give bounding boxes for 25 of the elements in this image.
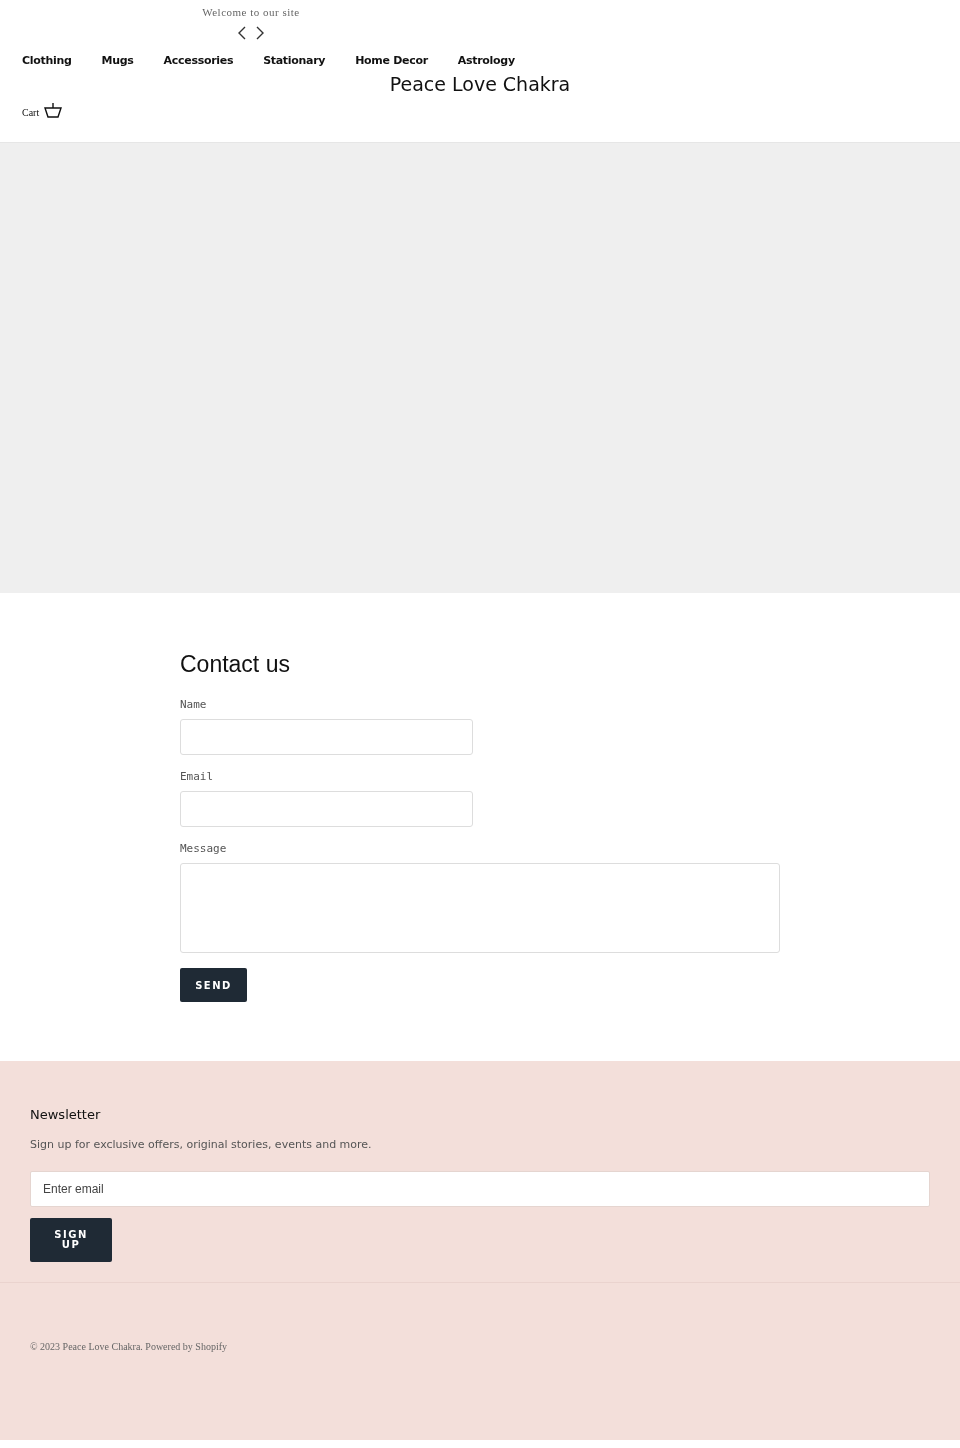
field-label: Name xyxy=(180,698,207,711)
newsletter-heading: Newsletter xyxy=(30,1107,101,1122)
newsletter-text: Sign up for exclusive offers, original stories, events and more. xyxy=(30,1138,372,1151)
contact-heading: Contact us xyxy=(180,651,290,678)
input-field[interactable] xyxy=(180,791,473,827)
message-field[interactable] xyxy=(180,863,780,953)
nav-link[interactable]: Accessories xyxy=(163,54,234,67)
field-label: Email xyxy=(180,770,214,783)
announcement-text: Welcome to our site xyxy=(202,6,300,18)
store-logo[interactable]: Peace Love Chakra xyxy=(389,73,571,95)
send-button[interactable]: SEND xyxy=(180,968,247,1002)
copyright-text: © 2023 Peace Love Chakra. Powered by Shopify xyxy=(30,1341,228,1352)
input-field[interactable] xyxy=(180,719,473,755)
basket-icon xyxy=(44,102,63,118)
nav-link[interactable]: Mugs xyxy=(101,54,134,67)
chevron-left-icon[interactable] xyxy=(237,26,247,40)
field-label: Message xyxy=(180,842,227,855)
email-field[interactable]: Enter email xyxy=(30,1171,930,1207)
sign-up-button[interactable]: SIGN UP xyxy=(30,1218,112,1262)
nav-link[interactable]: Home Decor xyxy=(355,54,428,67)
cart-link[interactable]: Cart xyxy=(22,102,63,118)
nav-link[interactable]: Stationary xyxy=(263,54,326,67)
chevron-right-icon[interactable] xyxy=(255,26,265,40)
nav-link[interactable]: Astrology xyxy=(457,54,515,67)
nav-link[interactable]: Clothing xyxy=(22,54,72,67)
